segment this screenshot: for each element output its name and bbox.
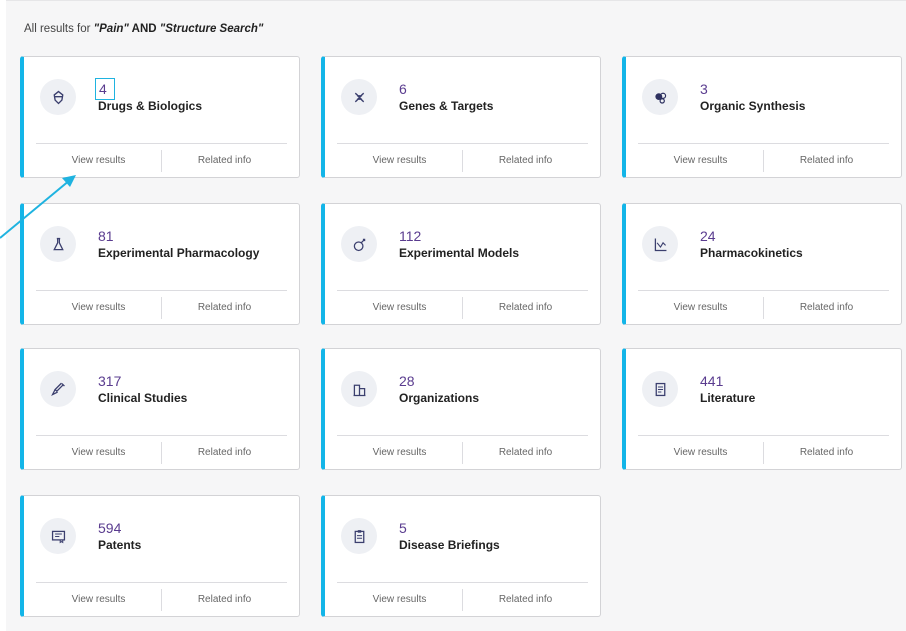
card-title: Experimental Models	[399, 246, 520, 260]
card-organizations[interactable]: 28 Organizations View results Related in…	[321, 348, 601, 470]
card-title: Drugs & Biologics	[98, 99, 203, 113]
card-clinical-studies[interactable]: 317 Clinical Studies View results Relate…	[20, 348, 300, 470]
card-disease-briefings[interactable]: 5 Disease Briefings View results Related…	[321, 495, 601, 617]
related-info-link[interactable]: Related info	[162, 291, 287, 325]
result-count[interactable]: 6	[399, 81, 407, 97]
syringe-icon	[40, 371, 76, 407]
view-results-link[interactable]: View results	[337, 144, 462, 178]
view-results-link[interactable]: View results	[337, 291, 462, 325]
results-heading: All results for "Pain" AND "Structure Se…	[24, 23, 264, 35]
mouse-icon	[341, 226, 377, 262]
view-results-link[interactable]: View results	[337, 436, 462, 470]
card-patents[interactable]: 594 Patents View results Related info	[20, 495, 300, 617]
related-info-link[interactable]: Related info	[463, 583, 588, 617]
card-title: Genes & Targets	[399, 99, 494, 113]
chart-icon	[642, 226, 678, 262]
building-icon	[341, 371, 377, 407]
result-count[interactable]: 4	[95, 78, 115, 100]
card-title: Clinical Studies	[98, 391, 188, 405]
result-count[interactable]: 3	[700, 81, 708, 97]
result-count[interactable]: 5	[399, 520, 407, 536]
document-icon	[642, 371, 678, 407]
view-results-link[interactable]: View results	[36, 291, 161, 325]
drug-icon	[40, 79, 76, 115]
result-count[interactable]: 441	[700, 373, 723, 389]
result-count[interactable]: 317	[98, 373, 121, 389]
view-results-link[interactable]: View results	[638, 291, 763, 325]
result-count[interactable]: 112	[399, 228, 421, 244]
result-count[interactable]: 28	[399, 373, 415, 389]
card-pharmacokinetics[interactable]: 24 Pharmacokinetics View results Related…	[622, 203, 902, 325]
view-results-link[interactable]: View results	[638, 436, 763, 470]
card-title: Patents	[98, 538, 142, 552]
related-info-link[interactable]: Related info	[463, 291, 588, 325]
card-title: Literature	[700, 391, 756, 405]
view-results-link[interactable]: View results	[337, 583, 462, 617]
gene-icon	[341, 79, 377, 115]
card-title: Organizations	[399, 391, 480, 405]
card-experimental-models[interactable]: 112 Experimental Models View results Rel…	[321, 203, 601, 325]
result-count[interactable]: 24	[700, 228, 716, 244]
certificate-icon	[40, 518, 76, 554]
card-title: Experimental Pharmacology	[98, 246, 260, 260]
related-info-link[interactable]: Related info	[463, 144, 588, 178]
card-title: Pharmacokinetics	[700, 246, 803, 260]
pointer-arrow-icon	[0, 175, 76, 239]
related-info-link[interactable]: Related info	[764, 436, 889, 470]
card-organic-synthesis[interactable]: 3 Organic Synthesis View results Related…	[622, 56, 902, 178]
related-info-link[interactable]: Related info	[764, 144, 889, 178]
card-title: Disease Briefings	[399, 538, 500, 552]
related-info-link[interactable]: Related info	[162, 583, 287, 617]
result-count[interactable]: 81	[98, 228, 114, 244]
related-info-link[interactable]: Related info	[463, 436, 588, 470]
view-results-link[interactable]: View results	[36, 436, 161, 470]
view-results-link[interactable]: View results	[36, 583, 161, 617]
result-count[interactable]: 594	[98, 520, 121, 536]
card-drugs-biologics[interactable]: 4 Drugs & Biologics View results Related…	[20, 56, 300, 178]
card-literature[interactable]: 441 Literature View results Related info	[622, 348, 902, 470]
clipboard-icon	[341, 518, 377, 554]
card-genes-targets[interactable]: 6 Genes & Targets View results Related i…	[321, 56, 601, 178]
molecule-icon	[642, 79, 678, 115]
related-info-link[interactable]: Related info	[162, 436, 287, 470]
card-title: Organic Synthesis	[700, 99, 806, 113]
results-panel: All results for "Pain" AND "Structure Se…	[6, 0, 906, 631]
related-info-link[interactable]: Related info	[162, 144, 287, 178]
related-info-link[interactable]: Related info	[764, 291, 889, 325]
view-results-link[interactable]: View results	[638, 144, 763, 178]
